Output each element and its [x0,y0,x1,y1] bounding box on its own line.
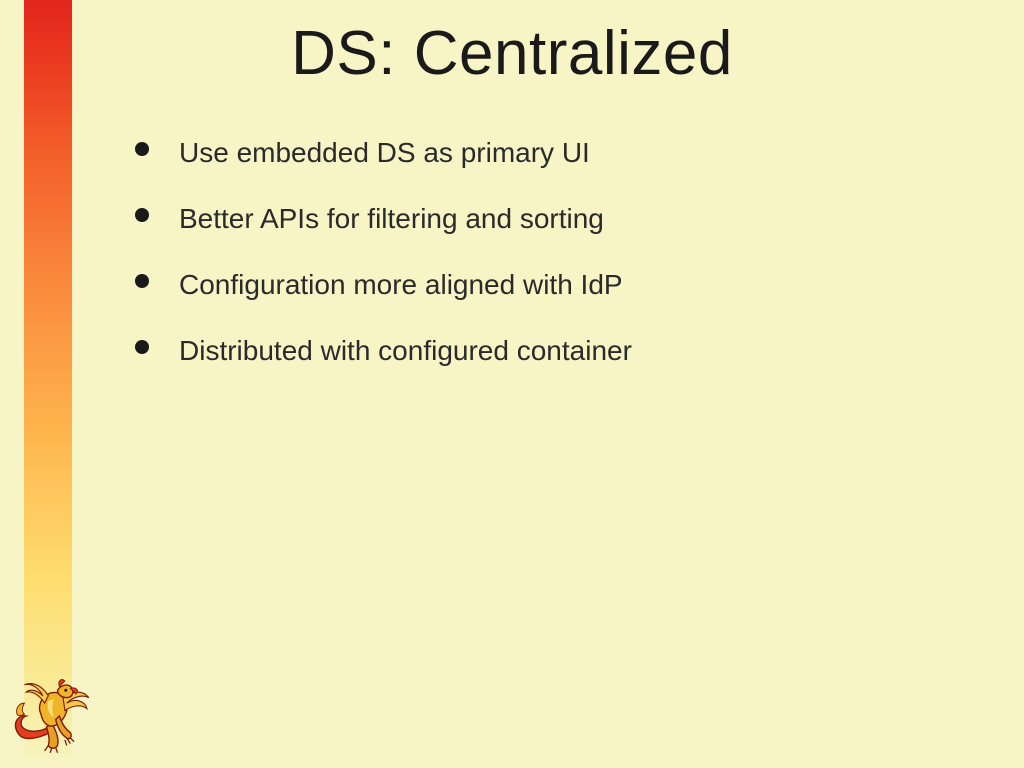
list-item: Distributed with configured container [135,333,964,368]
list-item: Better APIs for filtering and sorting [135,201,964,236]
list-item: Configuration more aligned with IdP [135,267,964,302]
accent-bar [24,0,72,768]
bullet-list: Use embedded DS as primary UI Better API… [135,135,964,399]
griffin-icon [6,670,98,762]
slide-title: DS: Centralized [0,18,1024,89]
list-item: Use embedded DS as primary UI [135,135,964,170]
